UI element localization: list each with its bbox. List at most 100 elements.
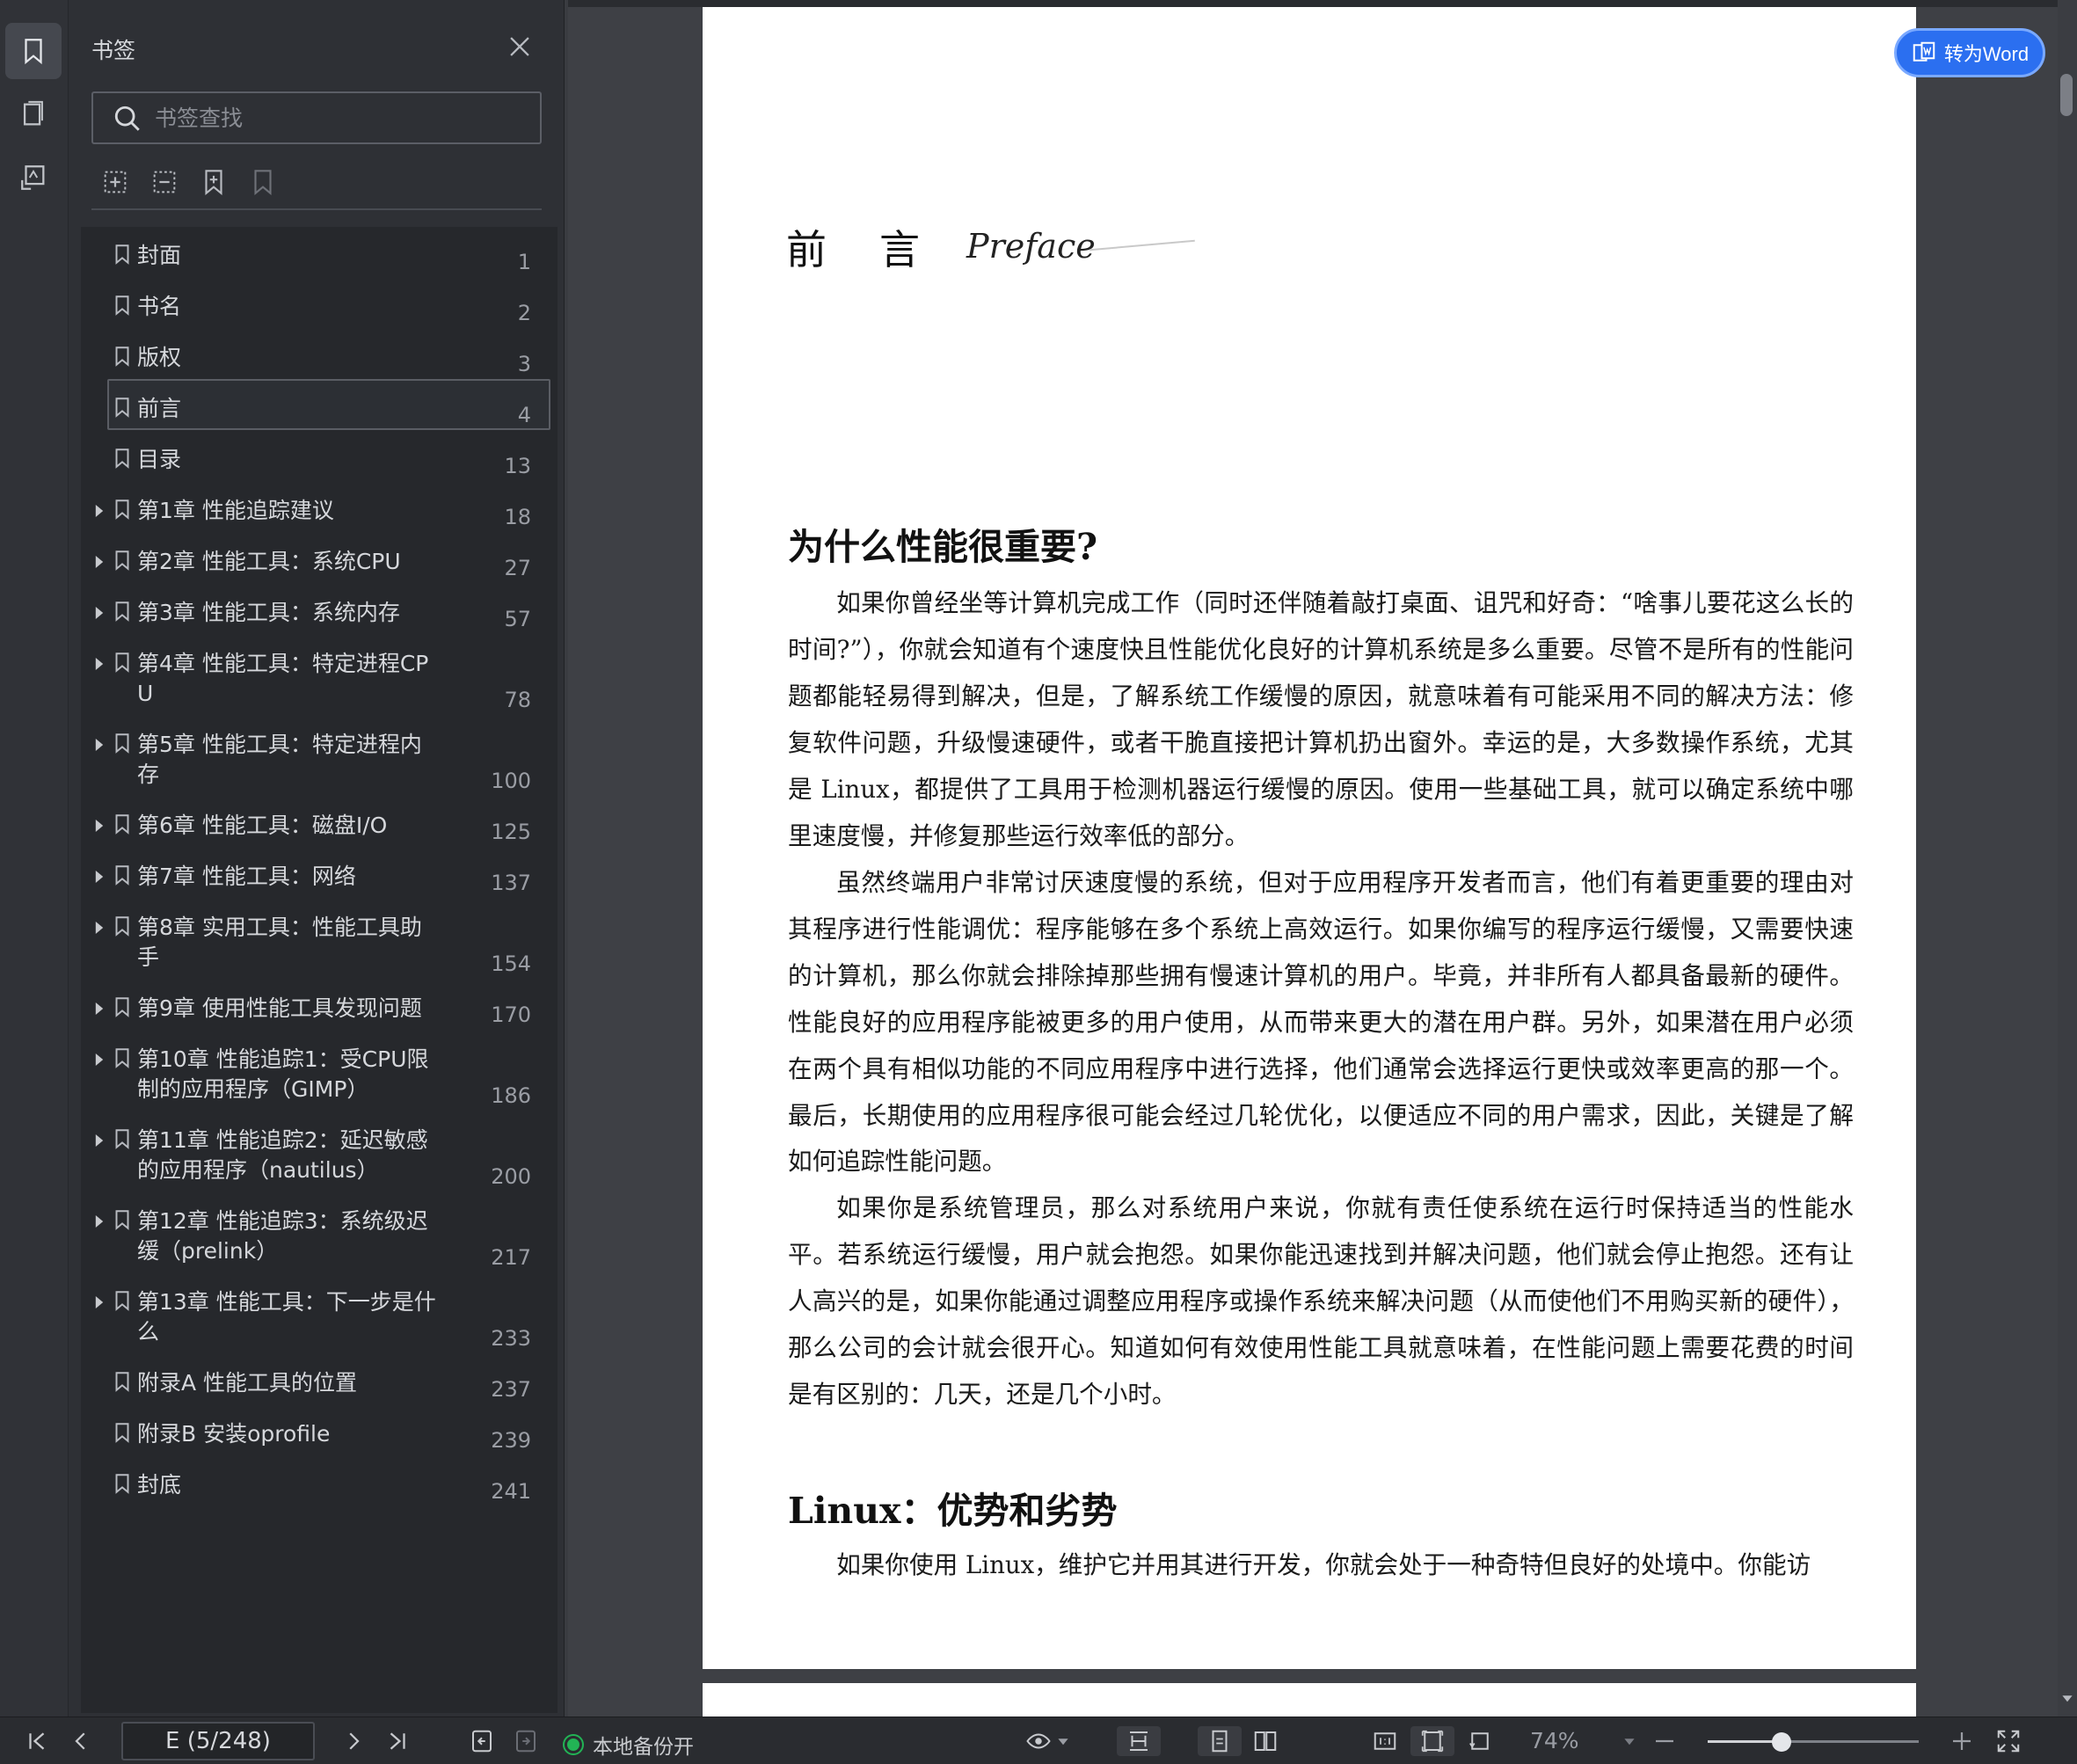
bookmark-label: 第3章 性能工具：系统内存: [137, 600, 400, 625]
bookmark-icon: [115, 397, 129, 418]
first-page-icon: [29, 1732, 45, 1750]
panel-title: 书签: [91, 38, 136, 63]
fullscreen-button[interactable]: [1993, 1726, 2024, 1756]
fit-page-button[interactable]: [1410, 1726, 1454, 1756]
rotate-page-button[interactable]: [1458, 1726, 1502, 1756]
next-page-button[interactable]: [336, 1726, 371, 1756]
bookmark-item[interactable]: 封底 241: [81, 1470, 558, 1504]
section-heading: 为什么性能很重要?: [788, 526, 1098, 568]
last-page-button[interactable]: [380, 1726, 415, 1756]
zoom-level[interactable]: 74%: [1530, 1728, 1579, 1753]
expand-arrow-icon[interactable]: [93, 1214, 106, 1229]
bookmark-icon: [115, 244, 129, 265]
bookmark-icon: [115, 1210, 129, 1230]
expand-arrow-icon[interactable]: [93, 869, 106, 885]
zoom-slider-handle[interactable]: [1772, 1732, 1791, 1752]
vertical-scrollbar[interactable]: [2058, 0, 2077, 1717]
remove-bookmark-icon[interactable]: [248, 167, 278, 197]
convert-to-word-button[interactable]: 转为Word: [1894, 28, 2045, 77]
convert-word-icon: [1913, 41, 1935, 62]
local-backup-status[interactable]: 本地备份开: [565, 1730, 694, 1760]
bookmark-item[interactable]: 版权 3: [81, 343, 558, 376]
bookmark-page-number: 237: [491, 1377, 531, 1402]
expand-arrow-icon[interactable]: [93, 1294, 106, 1310]
scrollbar-thumb[interactable]: [2060, 74, 2073, 116]
bookmark-item[interactable]: 第12章 性能追踪3：系统级迟 缓（prelink） 217: [81, 1206, 558, 1270]
bookmark-page-number: 27: [504, 556, 531, 580]
document-page: 前言 Preface 为什么性能很重要? 如果你曾经坐等计算机完成工作（同时还伴…: [703, 7, 1916, 1669]
two-page-button[interactable]: [1243, 1726, 1287, 1756]
eye-protection-button[interactable]: [1017, 1726, 1060, 1756]
expand-arrow-icon[interactable]: [93, 1133, 106, 1148]
bookmark-item[interactable]: 第8章 实用工具：性能工具助 手 154: [81, 913, 558, 976]
bookmark-icon: [115, 550, 129, 571]
bookmark-toolbar: [100, 167, 278, 202]
bookmark-item[interactable]: 第3章 性能工具：系统内存 57: [81, 598, 558, 631]
previous-page-button[interactable]: [63, 1726, 98, 1756]
bookmark-item[interactable]: 目录 13: [81, 445, 558, 478]
bookmark-label: 第5章 性能工具：特定进程内 存: [137, 732, 422, 787]
expand-arrow-icon[interactable]: [93, 656, 106, 672]
expand-arrow-icon[interactable]: [93, 1052, 106, 1068]
paragraph: 虽然终端用户非常讨厌速度慢的系统，但对于应用程序开发者而言，他们有着更重要的理由…: [788, 868, 1854, 1177]
first-page-button[interactable]: [19, 1726, 55, 1756]
close-icon[interactable]: [505, 32, 535, 62]
bookmark-item[interactable]: 第4章 性能工具：特定进程CP U 78: [81, 649, 558, 712]
expand-arrow-icon[interactable]: [93, 920, 106, 936]
forward-view-button[interactable]: [508, 1726, 543, 1756]
bookmark-item[interactable]: 第1章 性能追踪建议 18: [81, 496, 558, 529]
fit-page-icon: [1421, 1730, 1444, 1753]
viewport-top-edge: [568, 0, 2077, 7]
bookmark-item[interactable]: 封面 1: [81, 241, 558, 274]
add-bookmark-icon[interactable]: [199, 167, 229, 197]
single-page-button[interactable]: [1198, 1726, 1242, 1756]
thumbnail-panel-tab[interactable]: [5, 86, 62, 142]
eye-icon: [1026, 1733, 1051, 1749]
next-document-page: [703, 1683, 1916, 1717]
expand-arrow-icon[interactable]: [93, 605, 106, 621]
zoom-out-button[interactable]: [1650, 1726, 1680, 1756]
document-viewport[interactable]: 前言 Preface 为什么性能很重要? 如果你曾经坐等计算机完成工作（同时还伴…: [568, 0, 2077, 1717]
eye-options-dropdown[interactable]: [1057, 1726, 1069, 1756]
bookmark-icon: [115, 1372, 129, 1392]
bookmark-item[interactable]: 第11章 性能追踪2：延迟敏感 的应用程序（nautilus） 200: [81, 1126, 558, 1189]
back-view-icon: [472, 1730, 492, 1753]
zoom-in-button[interactable]: [1947, 1726, 1977, 1756]
bookmark-item[interactable]: 第2章 性能工具：系统CPU 27: [81, 547, 558, 580]
bookmark-item[interactable]: 附录A 性能工具的位置 237: [81, 1368, 558, 1402]
bookmark-panel-tab[interactable]: [5, 23, 62, 79]
actual-size-button[interactable]: [1363, 1726, 1407, 1756]
bookmark-search-input[interactable]: [155, 102, 524, 134]
back-view-button[interactable]: [464, 1726, 499, 1756]
expand-arrow-icon[interactable]: [93, 1001, 106, 1017]
bookmark-item[interactable]: 前言 4: [81, 379, 558, 430]
expand-arrow-icon[interactable]: [93, 503, 106, 519]
page-number-input[interactable]: E (5/248): [121, 1722, 315, 1760]
zoom-dropdown[interactable]: [1623, 1726, 1636, 1756]
bookmark-item[interactable]: 第9章 使用性能工具发现问题 170: [81, 994, 558, 1027]
expand-arrow-icon[interactable]: [93, 554, 106, 570]
bookmark-label: 第12章 性能追踪3：系统级迟 缓（prelink）: [137, 1208, 428, 1264]
bookmark-label: 书名: [137, 294, 182, 319]
collapse-all-icon[interactable]: [149, 167, 179, 197]
bookmark-icon: [115, 295, 129, 316]
annotation-list-icon: [21, 165, 45, 190]
scroll-down-arrow-icon[interactable]: [2061, 1692, 2073, 1704]
bookmark-item[interactable]: 第5章 性能工具：特定进程内 存 100: [81, 730, 558, 793]
bookmark-item[interactable]: 书名 2: [81, 292, 558, 325]
bookmark-icon: [115, 448, 129, 469]
expand-arrow-icon[interactable]: [93, 818, 106, 834]
bookmark-label: 第9章 使用性能工具发现问题: [137, 995, 422, 1021]
bookmark-item[interactable]: 第10章 性能追踪1：受CPU限 制的应用程序（GIMP） 186: [81, 1045, 558, 1108]
bookmark-item[interactable]: 第6章 性能工具：磁盘I/O 125: [81, 811, 558, 844]
bookmark-icon: [115, 814, 129, 835]
continuous-scroll-button[interactable]: [1117, 1726, 1161, 1756]
bookmark-item[interactable]: 第13章 性能工具：下一步是什 么 233: [81, 1287, 558, 1351]
expand-all-icon[interactable]: [100, 167, 130, 197]
bookmark-page-number: 239: [491, 1428, 531, 1453]
bookmark-label: 封面: [137, 243, 182, 268]
bookmark-item[interactable]: 附录B 安装oprofile 239: [81, 1419, 558, 1453]
bookmark-item[interactable]: 第7章 性能工具：网络 137: [81, 862, 558, 895]
annotation-panel-tab[interactable]: [5, 149, 62, 206]
expand-arrow-icon[interactable]: [93, 737, 106, 753]
